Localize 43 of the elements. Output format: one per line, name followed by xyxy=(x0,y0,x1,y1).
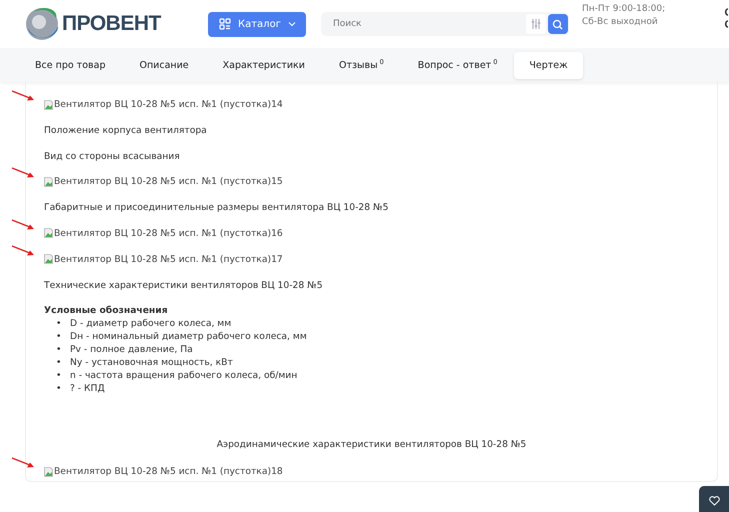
search-field[interactable]: Поиск xyxy=(320,12,569,36)
list-item: Nу - установочная мощность, кВт xyxy=(70,356,233,369)
chevron-icon xyxy=(288,21,296,27)
broken-image: Вентилятор ВЦ 10-28 №5 исп. №1 (пустотка)14 xyxy=(44,98,283,111)
bullet: • xyxy=(56,382,62,395)
tab[interactable]: Чертеж xyxy=(514,52,583,78)
catalog-button[interactable]: Каталог xyxy=(208,12,306,36)
paragraph: Вид со стороны всасывания xyxy=(44,150,181,162)
logo-icon xyxy=(24,6,60,42)
working-hours: Сб-Вс выходной xyxy=(582,16,659,29)
list-item: Pv - полное давление, Па xyxy=(70,343,193,356)
grid-icon xyxy=(219,18,231,30)
caption: Аэродинамические характеристики вентиляторов ВЦ 10-28 №5 xyxy=(216,438,528,451)
broken-image: Вентилятор ВЦ 10-28 №5 исп. №1 (пустотка)17 xyxy=(44,252,283,266)
broken-image: Вентилятор ВЦ 10-28 №5 исп. №1 (пустотка)15 xyxy=(44,175,283,188)
favorites-button[interactable] xyxy=(699,486,729,512)
working-hours: Пн-Пт 9:00-18:00; xyxy=(582,3,666,16)
tab[interactable]: Все про товар xyxy=(18,52,122,78)
tab[interactable]: Описание xyxy=(122,52,206,78)
paragraph: Технические характеристики вентиляторов ВЦ 10-28 №5 xyxy=(44,278,324,292)
bullet: • xyxy=(56,356,62,369)
bullet: • xyxy=(56,330,62,343)
tab[interactable]: Отзывы $^{0}$ xyxy=(322,52,401,78)
bullet: • xyxy=(56,343,62,356)
heart-icon xyxy=(709,496,720,506)
tab[interactable]: Вопрос - ответ $^{0}$ xyxy=(400,52,514,78)
phone-icon[interactable] xyxy=(723,6,729,30)
paragraph: Габаритные и присоединительные размеры вентилятора ВЦ 10-28 №5 xyxy=(44,201,390,214)
logo-text[interactable]: ПРОВЕНТ xyxy=(62,12,161,36)
bullet: • xyxy=(56,369,62,382)
broken-image: Вентилятор ВЦ 10-28 №5 исп. №1 (пустотка)18 xyxy=(44,465,283,478)
list-item: D - диаметр рабочего колеса, мм xyxy=(70,317,232,330)
list-item: Dн - номинальный диаметр рабочего колеса, мм xyxy=(70,330,307,343)
tab[interactable]: Характеристики xyxy=(206,52,322,78)
search-button[interactable] xyxy=(548,14,568,34)
list-item: ? - КПД xyxy=(70,382,105,395)
broken-image: Вентилятор ВЦ 10-28 №5 исп. №1 (пустотка)16 xyxy=(44,226,283,240)
section-heading: Условные обозначения xyxy=(44,304,169,317)
search-icon xyxy=(552,18,564,30)
paragraph: Положение корпуса вентилятора xyxy=(44,124,208,137)
list-item: n - частота вращения рабочего колеса, об/мин xyxy=(70,369,298,382)
bullet: • xyxy=(56,317,62,330)
search-input[interactable]: Поиск xyxy=(330,18,524,30)
